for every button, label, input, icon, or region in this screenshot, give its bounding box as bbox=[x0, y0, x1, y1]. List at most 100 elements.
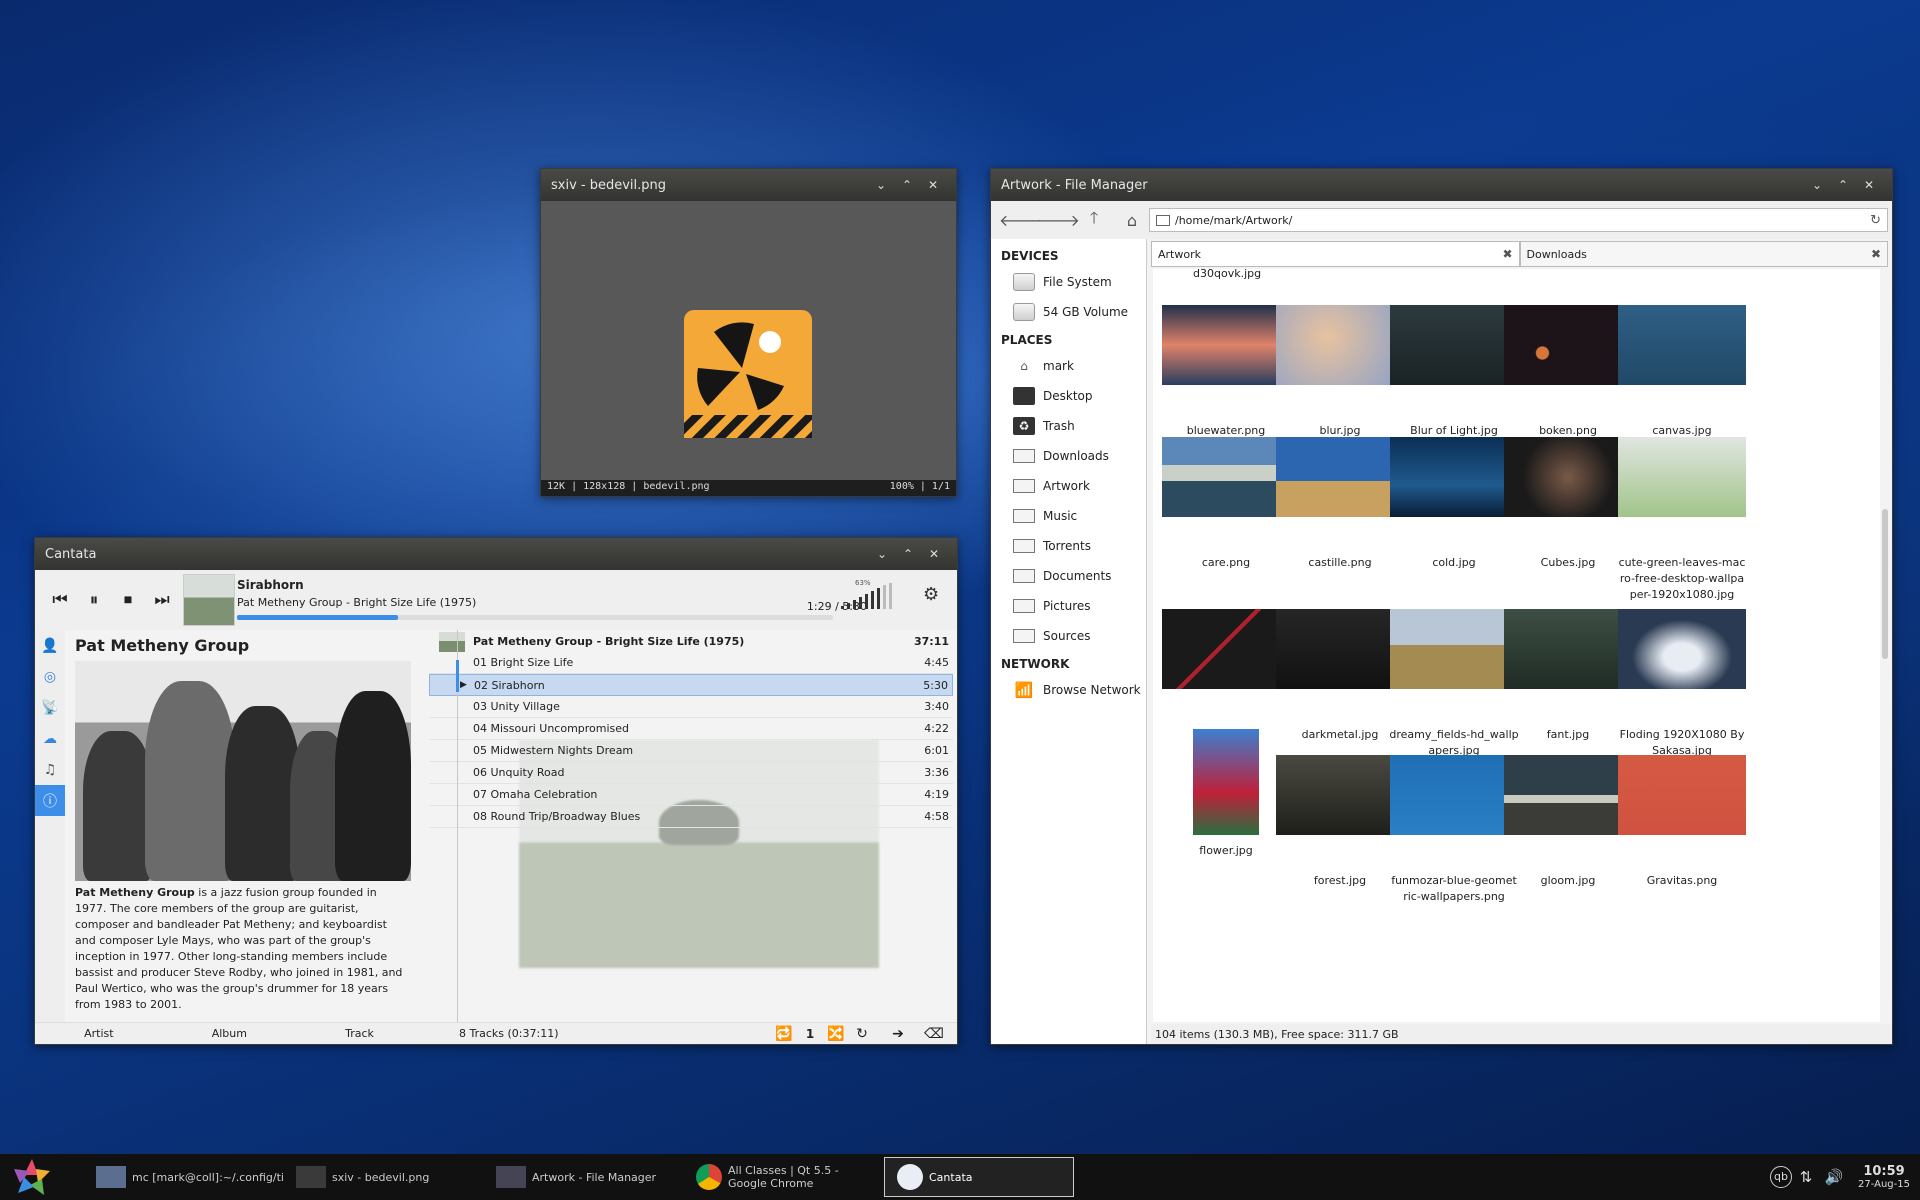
tab-album[interactable]: Album bbox=[212, 1027, 247, 1040]
start-menu-icon[interactable] bbox=[10, 1157, 54, 1197]
file-item[interactable]: darkmetal.jpg bbox=[1275, 609, 1405, 743]
track-row[interactable]: 01 Bright Size Life 4:45 bbox=[429, 652, 953, 674]
file-item[interactable]: Blur of Light.jpg bbox=[1389, 305, 1519, 439]
seek-slider[interactable] bbox=[237, 615, 833, 620]
place-item[interactable]: Pictures bbox=[991, 591, 1146, 621]
maximize-icon[interactable]: ⌃ bbox=[894, 178, 920, 192]
track-row[interactable]: 03 Unity Village 3:40 bbox=[429, 696, 953, 718]
previous-track-icon[interactable]: ⏮ bbox=[43, 590, 77, 610]
browse-network[interactable]: 📶 Browse Network bbox=[991, 675, 1146, 705]
place-item[interactable]: Music bbox=[991, 501, 1146, 531]
network-transfer-icon[interactable]: ⇅ bbox=[1792, 1168, 1820, 1186]
file-item[interactable]: dark.jpg bbox=[1161, 609, 1291, 743]
file-item[interactable]: funmozar-blue-geometric-wallpapers.png bbox=[1389, 755, 1519, 905]
device-volume[interactable]: 54 GB Volume bbox=[991, 297, 1146, 327]
track-row[interactable]: 06 Unquity Road 3:36 bbox=[429, 762, 953, 784]
up-icon[interactable]: 🡑 bbox=[1075, 207, 1113, 234]
volume-control[interactable]: 63% bbox=[841, 579, 911, 609]
vertical-scrollbar[interactable] bbox=[1882, 269, 1890, 1022]
next-track-icon[interactable]: ⏭ bbox=[145, 590, 179, 610]
home-icon[interactable]: ⌂ bbox=[1113, 211, 1151, 230]
file-item[interactable]: boken.png bbox=[1503, 305, 1633, 439]
tab-artwork[interactable]: Artwork ✖ bbox=[1151, 241, 1520, 267]
taskbar-item[interactable]: All Classes | Qt 5.5 - Google Chrome bbox=[684, 1157, 884, 1197]
close-icon[interactable]: ✕ bbox=[1856, 178, 1882, 192]
close-icon[interactable]: ✕ bbox=[920, 178, 946, 192]
tab-track[interactable]: Track bbox=[345, 1027, 374, 1040]
taskbar-item[interactable]: mc [mark@coll]:~/.config/tint2 bbox=[84, 1157, 284, 1197]
maximize-icon[interactable]: ⌃ bbox=[1830, 178, 1856, 192]
arrow-right-icon[interactable]: ➔ bbox=[885, 1026, 911, 1042]
file-item[interactable]: castille.png bbox=[1275, 437, 1405, 571]
clear-queue-icon[interactable]: ⌫ bbox=[921, 1026, 947, 1042]
gear-icon[interactable]: ⚙ bbox=[923, 584, 939, 605]
cd-icon[interactable]: ◎ bbox=[35, 661, 65, 692]
track-row[interactable]: ▶ 02 Sirabhorn 5:30 bbox=[429, 674, 953, 696]
info-icon[interactable]: ⓘ bbox=[35, 785, 65, 816]
place-item[interactable]: Documents bbox=[991, 561, 1146, 591]
taskbar-item[interactable]: Cantata bbox=[884, 1157, 1074, 1197]
maximize-icon[interactable]: ⌃ bbox=[895, 547, 921, 561]
minimize-icon[interactable]: ⌄ bbox=[868, 178, 894, 192]
file-grid[interactable]: d30qovk.jpg bluewater.png blur.jpg Blur of… bbox=[1153, 269, 1880, 1022]
place-item[interactable]: ⌂ mark bbox=[991, 351, 1146, 381]
clock[interactable]: 10:59 27-Aug-15 bbox=[1858, 1164, 1910, 1190]
track-row[interactable]: 07 Omaha Celebration 4:19 bbox=[429, 784, 953, 806]
playlist-album-header[interactable]: Pat Metheny Group - Bright Size Life (19… bbox=[429, 630, 953, 652]
file-item[interactable]: care.png bbox=[1161, 437, 1291, 571]
track-row[interactable]: 04 Missouri Uncompromised 4:22 bbox=[429, 718, 953, 740]
file-item[interactable]: canvas.jpg bbox=[1617, 305, 1747, 439]
sxiv-titlebar[interactable]: sxiv - bedevil.png ⌄ ⌃ ✕ bbox=[541, 169, 956, 201]
place-item[interactable]: Torrents bbox=[991, 531, 1146, 561]
close-icon[interactable]: ✕ bbox=[921, 547, 947, 561]
shuffle-icon[interactable]: 🔀 bbox=[823, 1026, 849, 1042]
stop-icon[interactable]: ⏹ bbox=[111, 590, 145, 610]
artist-view-icon[interactable]: 👤 bbox=[35, 630, 65, 661]
close-tab-icon[interactable]: ✖ bbox=[1871, 247, 1881, 261]
file-item[interactable]: Gravitas.png bbox=[1617, 755, 1747, 889]
fm-titlebar[interactable]: Artwork - File Manager ⌄ ⌃ ✕ bbox=[991, 169, 1892, 201]
playlist-icon[interactable]: ♫ bbox=[35, 754, 65, 785]
place-item[interactable]: Downloads bbox=[991, 441, 1146, 471]
place-item[interactable]: Desktop bbox=[991, 381, 1146, 411]
track-row[interactable]: 08 Round Trip/Broadway Blues 4:58 bbox=[429, 806, 953, 828]
online-icon[interactable]: ☁ bbox=[35, 723, 65, 754]
qbittorrent-icon[interactable]: qb bbox=[1770, 1166, 1793, 1188]
repeat-icon[interactable]: 🔁 bbox=[771, 1026, 797, 1042]
stream-icon[interactable]: 📡 bbox=[35, 692, 65, 723]
back-icon[interactable]: 🡐 bbox=[999, 210, 1042, 230]
pane-splitter[interactable] bbox=[456, 630, 459, 1024]
cover-thumbnail[interactable] bbox=[183, 574, 235, 626]
close-tab-icon[interactable]: ✖ bbox=[1502, 247, 1512, 261]
tab-artist[interactable]: Artist bbox=[84, 1027, 113, 1040]
place-item[interactable]: Sources bbox=[991, 621, 1146, 651]
consume-icon[interactable]: ↻ bbox=[849, 1026, 875, 1042]
minimize-icon[interactable]: ⌄ bbox=[1804, 178, 1830, 192]
taskbar-item[interactable]: Artwork - File Manager bbox=[484, 1157, 684, 1197]
file-item[interactable]: blur.jpg bbox=[1275, 305, 1405, 439]
file-item[interactable]: forest.jpg bbox=[1275, 755, 1405, 889]
volume-icon[interactable]: 🔊 bbox=[1820, 1168, 1848, 1186]
track-row[interactable]: 05 Midwestern Nights Dream 6:01 bbox=[429, 740, 953, 762]
image-canvas[interactable] bbox=[541, 201, 956, 480]
device-file-system[interactable]: File System bbox=[991, 267, 1146, 297]
pause-icon[interactable]: ⏸ bbox=[77, 590, 111, 610]
file-item[interactable]: Cubes.jpg bbox=[1503, 437, 1633, 571]
scroll-thumb[interactable] bbox=[1882, 509, 1888, 659]
file-item[interactable]: cold.jpg bbox=[1389, 437, 1519, 571]
minimize-icon[interactable]: ⌄ bbox=[869, 547, 895, 561]
forward-icon[interactable]: 🡒 bbox=[1037, 210, 1080, 230]
file-item[interactable]: bluewater.png bbox=[1161, 305, 1291, 439]
place-item[interactable]: Artwork bbox=[991, 471, 1146, 501]
file-item[interactable]: fant.jpg bbox=[1503, 609, 1633, 743]
file-item[interactable]: flower.jpg bbox=[1161, 729, 1291, 859]
file-item[interactable]: Floding 1920X1080 By Sakasa.jpg bbox=[1617, 609, 1747, 759]
file-item[interactable]: cute-green-leaves-macro-free-desktop-wal… bbox=[1617, 437, 1747, 603]
taskbar-item[interactable]: sxiv - bedevil.png bbox=[284, 1157, 484, 1197]
reload-icon[interactable]: ↻ bbox=[1870, 213, 1881, 228]
file-item[interactable]: gloom.jpg bbox=[1503, 755, 1633, 889]
place-item[interactable]: ♻ Trash bbox=[991, 411, 1146, 441]
file-item[interactable]: dreamy_fields-hd_wallpapers.jpg bbox=[1389, 609, 1519, 759]
tab-downloads[interactable]: Downloads ✖ bbox=[1519, 241, 1888, 267]
cantata-titlebar[interactable]: Cantata ⌄ ⌃ ✕ bbox=[35, 538, 957, 570]
